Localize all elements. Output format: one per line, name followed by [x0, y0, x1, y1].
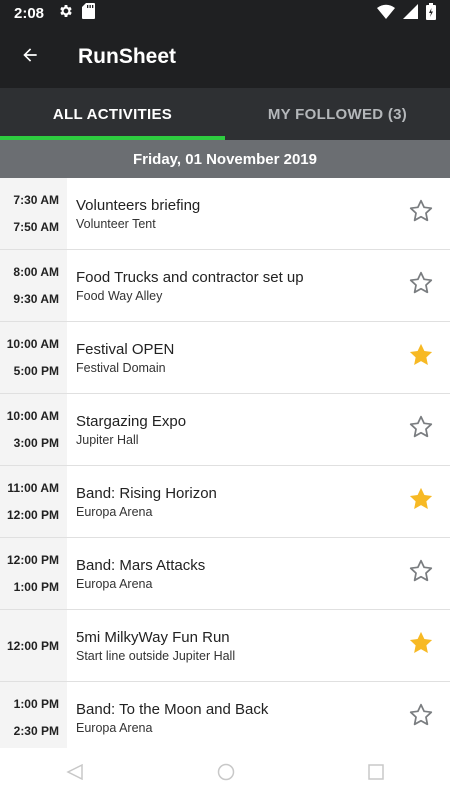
star-outline-icon: [408, 414, 434, 445]
tab-all-activities[interactable]: ALL ACTIVITIES: [0, 88, 225, 140]
start-time: 10:00 AM: [6, 408, 59, 423]
nav-home-icon[interactable]: [217, 763, 235, 786]
end-time: 9:30 AM: [13, 292, 59, 307]
battery-icon: [426, 2, 436, 24]
unfollow-button[interactable]: [392, 610, 450, 681]
app-bar: RunSheet: [0, 26, 450, 88]
follow-button[interactable]: [392, 394, 450, 465]
follow-button[interactable]: [392, 682, 450, 753]
start-time: 1:00 PM: [13, 696, 59, 711]
tab-label: MY FOLLOWED (3): [267, 105, 408, 123]
activity-title: Band: Rising Horizon: [76, 484, 217, 502]
activity-location: Volunteer Tent: [76, 216, 156, 231]
activity-row[interactable]: 1:00 PM 2:30 PM Band: To the Moon and Ba…: [0, 682, 450, 754]
activity-row[interactable]: 12:00 PM 5mi MilkyWay Fun Run Start line…: [0, 610, 450, 682]
activity-row[interactable]: 7:30 AM 7:50 AM Volunteers briefing Volu…: [0, 178, 450, 250]
time-column: 11:00 AM 12:00 PM: [0, 466, 67, 537]
star-outline-icon: [408, 702, 434, 733]
start-time: 7:30 AM: [13, 192, 59, 207]
time-column: 8:00 AM 9:30 AM: [0, 250, 67, 321]
end-time: 3:00 PM: [13, 436, 59, 451]
end-time: 12:00 PM: [6, 508, 59, 523]
tab-bar: ALL ACTIVITIES MY FOLLOWED (3): [0, 88, 450, 140]
start-time: 12:00 PM: [6, 638, 59, 653]
start-time: 12:00 PM: [6, 552, 59, 567]
end-time: 1:00 PM: [13, 580, 59, 595]
follow-button[interactable]: [392, 538, 450, 609]
star-outline-icon: [408, 270, 434, 301]
activity-location: Europa Arena: [76, 720, 153, 735]
start-time: 11:00 AM: [7, 480, 59, 495]
activity-location: Europa Arena: [76, 504, 153, 519]
activity-title: Volunteers briefing: [76, 196, 201, 214]
app-title: RunSheet: [78, 45, 177, 68]
nav-back-icon[interactable]: [66, 763, 84, 785]
arrow-back-icon: [20, 45, 40, 70]
star-filled-icon: [407, 629, 435, 662]
activity-title: 5mi MilkyWay Fun Run: [76, 628, 230, 646]
tab-my-followed[interactable]: MY FOLLOWED (3): [225, 88, 450, 140]
date-header: Friday, 01 November 2019: [0, 140, 450, 178]
end-time: 2:30 PM: [13, 724, 59, 739]
unfollow-button[interactable]: [392, 466, 450, 537]
status-time: 2:08: [14, 4, 45, 22]
sd-card-icon: [82, 3, 96, 23]
start-time: 8:00 AM: [13, 264, 59, 279]
star-outline-icon: [408, 558, 434, 589]
activity-row[interactable]: 11:00 AM 12:00 PM Band: Rising Horizon E…: [0, 466, 450, 538]
activity-row[interactable]: 10:00 AM 3:00 PM Stargazing Expo Jupiter…: [0, 394, 450, 466]
wifi-icon: [377, 4, 395, 23]
start-time: 10:00 AM: [6, 336, 59, 351]
activity-row[interactable]: 8:00 AM 9:30 AM Food Trucks and contract…: [0, 250, 450, 322]
tab-label: ALL ACTIVITIES: [52, 105, 173, 123]
settings-gear-icon: [58, 3, 74, 23]
unfollow-button[interactable]: [392, 322, 450, 393]
follow-button[interactable]: [392, 178, 450, 249]
follow-button[interactable]: [392, 250, 450, 321]
star-outline-icon: [408, 198, 434, 229]
activity-row[interactable]: 12:00 PM 1:00 PM Band: Mars Attacks Euro…: [0, 538, 450, 610]
end-time: 7:50 AM: [13, 220, 59, 235]
star-filled-icon: [407, 485, 435, 518]
activity-list: 7:30 AM 7:50 AM Volunteers briefing Volu…: [0, 178, 450, 754]
end-time: 5:00 PM: [13, 364, 59, 379]
activity-location: Festival Domain: [76, 360, 166, 375]
back-button[interactable]: [0, 26, 60, 88]
star-filled-icon: [407, 341, 435, 374]
activity-title: Band: To the Moon and Back: [76, 700, 269, 718]
activity-location: Start line outside Jupiter Hall: [76, 648, 236, 663]
system-nav-bar: [0, 748, 450, 800]
activity-title: Food Trucks and contractor set up: [76, 268, 304, 286]
cell-signal-icon: [403, 3, 418, 23]
time-column: 12:00 PM 1:00 PM: [0, 538, 67, 609]
status-bar: 2:08: [0, 0, 450, 26]
time-column: 10:00 AM 5:00 PM: [0, 322, 67, 393]
activity-location: Jupiter Hall: [76, 432, 139, 447]
time-column: 1:00 PM 2:30 PM: [0, 682, 67, 753]
activity-location: Europa Arena: [76, 576, 153, 591]
activity-location: Food Way Alley: [76, 288, 163, 303]
nav-recents-icon[interactable]: [367, 763, 384, 785]
activity-title: Festival OPEN: [76, 340, 175, 358]
activity-title: Band: Mars Attacks: [76, 556, 206, 574]
time-column: 10:00 AM 3:00 PM: [0, 394, 67, 465]
activity-title: Stargazing Expo: [76, 412, 187, 430]
activity-row[interactable]: 10:00 AM 5:00 PM Festival OPEN Festival …: [0, 322, 450, 394]
time-column: 12:00 PM: [0, 610, 67, 681]
time-column: 7:30 AM 7:50 AM: [0, 178, 67, 249]
